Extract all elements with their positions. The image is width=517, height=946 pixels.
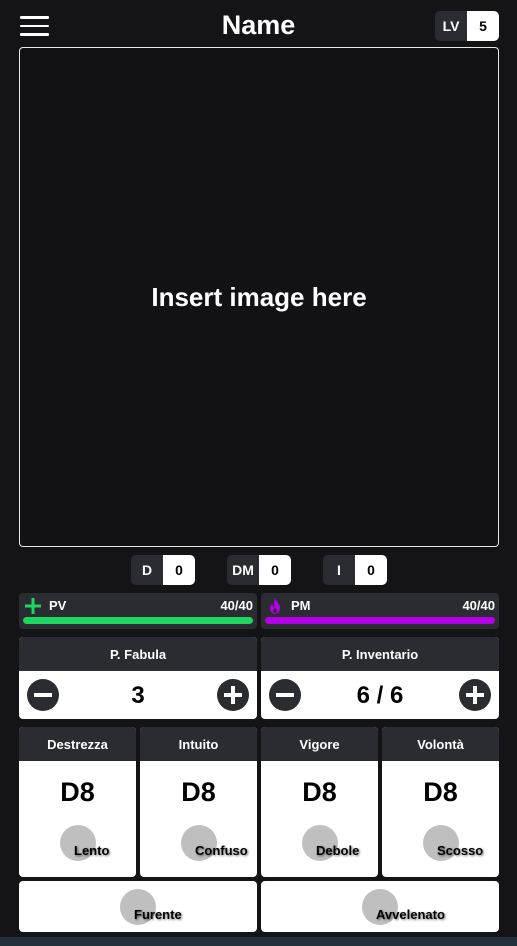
pm-panel[interactable]: PM 40/40 <box>261 593 499 629</box>
fabula-counter: P. Fabula 3 <box>19 637 257 719</box>
pv-panel[interactable]: PV 40/40 <box>19 593 257 629</box>
status-label: Confuso <box>195 843 248 858</box>
stat-dm-value[interactable]: 0 <box>259 555 291 585</box>
image-placeholder-text: Insert image here <box>151 281 367 312</box>
attribute-destrezza: Destrezza D8 Lento <box>19 727 136 877</box>
header: Name LV 5 <box>0 0 517 48</box>
flame-icon <box>270 598 280 614</box>
pm-fill <box>265 617 495 624</box>
stat-i: I 0 <box>323 555 387 585</box>
pm-value: 40/40 <box>462 598 495 613</box>
attribute-die[interactable]: D8 <box>382 777 499 808</box>
fabula-increment-plus-icon[interactable] <box>217 679 249 711</box>
attribute-name: Vigore <box>261 727 378 761</box>
attribute-name: Destrezza <box>19 727 136 761</box>
stat-i-value[interactable]: 0 <box>355 555 387 585</box>
attribute-name: Volontà <box>382 727 499 761</box>
pm-track <box>265 617 495 624</box>
pv-track <box>23 617 253 624</box>
level-badge[interactable]: LV 5 <box>435 11 499 41</box>
attribute-die[interactable]: D8 <box>261 777 378 808</box>
attribute-vigore: Vigore D8 Debole <box>261 727 378 877</box>
pm-label: PM <box>291 598 311 613</box>
inventario-title: P. Inventario <box>261 637 499 671</box>
status-label: Debole <box>316 843 360 858</box>
level-label: LV <box>435 11 467 41</box>
status-label: Lento <box>74 843 110 858</box>
plus-icon <box>25 598 41 614</box>
fabula-title: P. Fabula <box>19 637 257 671</box>
attribute-die[interactable]: D8 <box>19 777 136 808</box>
pv-fill <box>23 617 253 624</box>
status-row-avvelenato: Avvelenato <box>261 881 499 932</box>
pv-value: 40/40 <box>220 598 253 613</box>
status-row-furente: Furente <box>19 881 257 932</box>
status-label: Avvelenato <box>376 907 445 922</box>
stat-d: D 0 <box>131 555 195 585</box>
stat-dm-label: DM <box>227 555 259 585</box>
pv-label: PV <box>49 598 67 613</box>
inventario-increment-plus-icon[interactable] <box>459 679 491 711</box>
character-image-placeholder[interactable]: Insert image here <box>19 47 499 547</box>
stat-dm: DM 0 <box>227 555 291 585</box>
status-label: Scosso <box>437 843 484 858</box>
stat-i-label: I <box>323 555 355 585</box>
stat-d-value[interactable]: 0 <box>163 555 195 585</box>
attribute-die[interactable]: D8 <box>140 777 257 808</box>
inventario-counter: P. Inventario 6 / 6 <box>261 637 499 719</box>
attribute-intuito: Intuito D8 Confuso <box>140 727 257 877</box>
attribute-name: Intuito <box>140 727 257 761</box>
level-value[interactable]: 5 <box>467 11 499 41</box>
attribute-volonta: Volontà D8 Scosso <box>382 727 499 877</box>
stat-d-label: D <box>131 555 163 585</box>
bottom-strip <box>0 937 517 946</box>
status-label: Furente <box>134 907 182 922</box>
